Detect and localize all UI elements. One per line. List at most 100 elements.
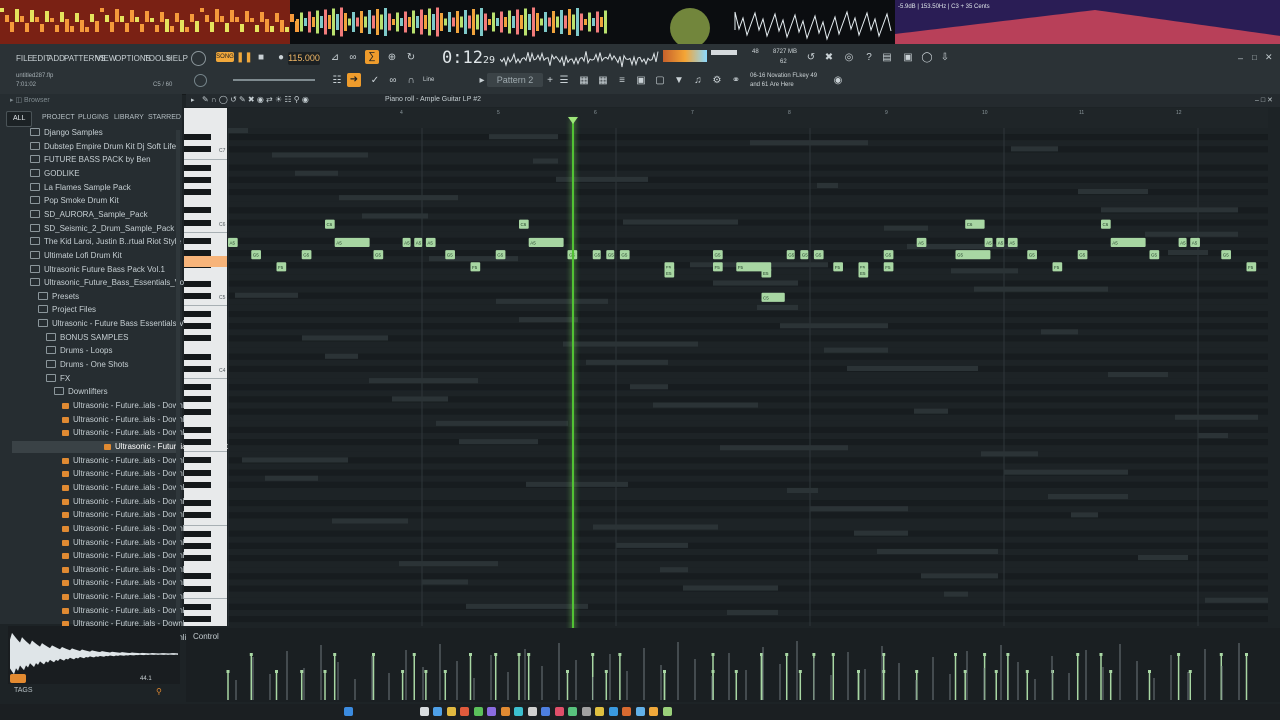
black-key[interactable] xyxy=(184,311,211,318)
mixer-icon[interactable]: ▦ xyxy=(596,74,610,88)
browser-folder[interactable]: Ultimate Lofi Drum Kit xyxy=(30,250,122,262)
browser-folder[interactable]: Drums - One Shots xyxy=(46,359,128,371)
taskbar-app-icon[interactable] xyxy=(419,707,429,716)
browser-folder[interactable]: Project Files xyxy=(38,304,96,316)
taskbar-app-icon[interactable] xyxy=(527,707,537,716)
taskbar-app-icon[interactable] xyxy=(568,707,577,716)
browser-tab-starred[interactable]: STARRED xyxy=(148,111,181,125)
download-icon[interactable]: ⇩ xyxy=(938,51,952,65)
piano-keyboard[interactable]: C7 C6 C5 C4 xyxy=(184,108,227,626)
countdown-icon[interactable]: ∑ xyxy=(365,50,379,64)
save-icon[interactable]: ▣ xyxy=(901,51,915,65)
record-icon[interactable]: ● xyxy=(274,51,288,65)
black-key[interactable] xyxy=(184,616,211,623)
window-max-icon[interactable]: □ xyxy=(1252,53,1257,62)
menu-file[interactable]: FILE xyxy=(16,54,33,63)
piano-roll-icon[interactable]: ☷ xyxy=(330,74,344,88)
eq-icon[interactable]: ≡ xyxy=(615,74,629,88)
stop-icon[interactable]: ■ xyxy=(254,51,268,65)
control-lane-label[interactable]: Control xyxy=(193,632,219,641)
black-key[interactable] xyxy=(184,164,211,171)
browser-folder[interactable]: Pop Smoke Drum Kit xyxy=(30,195,119,207)
browser-icon[interactable]: ▣ xyxy=(634,74,648,88)
play-icon[interactable]: ❚❚ xyxy=(236,51,253,65)
snap-selector[interactable]: Line xyxy=(423,77,467,87)
master-volume-slider[interactable] xyxy=(233,79,315,81)
add-pattern-icon[interactable]: + xyxy=(543,74,557,88)
master-knob-icon[interactable] xyxy=(191,51,206,66)
song-mode-toggle[interactable]: SONG xyxy=(216,52,234,62)
tags-label[interactable]: TAGS xyxy=(14,687,33,694)
black-key[interactable] xyxy=(184,408,211,415)
browser-tab-all[interactable]: ALL xyxy=(6,111,33,127)
window-close-icon[interactable]: ✕ xyxy=(1265,52,1273,63)
search-icon[interactable]: ⚲ xyxy=(156,687,162,696)
undo-history-icon[interactable]: ↺ xyxy=(804,51,818,65)
file-icon[interactable]: ▢ xyxy=(653,74,667,88)
microphone-icon[interactable]: ◎ xyxy=(842,51,856,65)
black-key[interactable] xyxy=(184,335,211,342)
browser-folder[interactable]: FX xyxy=(46,373,70,385)
metronome-icon[interactable]: ⊿ xyxy=(328,51,342,65)
browser-folder[interactable]: Downlifters xyxy=(54,386,108,398)
playhead[interactable] xyxy=(572,118,574,700)
menu-help[interactable]: HELP xyxy=(167,54,188,63)
black-key[interactable] xyxy=(184,439,211,446)
browser-folder[interactable]: Drums - Loops xyxy=(46,345,112,357)
black-key[interactable] xyxy=(184,585,211,592)
help-icon[interactable]: ? xyxy=(862,51,876,65)
taskbar-app-icon[interactable] xyxy=(581,707,591,716)
black-key[interactable] xyxy=(184,134,211,141)
mixer-cut-icon[interactable]: ✖ xyxy=(822,51,836,65)
black-key[interactable] xyxy=(184,353,211,360)
browser-folder[interactable]: La Flames Sample Pack xyxy=(30,182,131,194)
browser-folder[interactable]: Dubstep Empire Drum Kit Dj Soft Life xyxy=(30,141,176,153)
browser-tab-library[interactable]: LIBRARY xyxy=(114,111,144,125)
black-key[interactable] xyxy=(184,280,211,287)
black-key[interactable] xyxy=(184,573,211,580)
plug-icon[interactable]: ▼ xyxy=(672,74,686,88)
taskbar-app-icon[interactable] xyxy=(446,707,456,716)
taskbar-app-icon[interactable] xyxy=(649,707,658,716)
browser-folder[interactable]: The Kid Laroi, Justin B..rtual Riot Styl… xyxy=(30,236,208,248)
taskbar-app-icon[interactable] xyxy=(344,707,353,716)
black-key[interactable] xyxy=(184,542,211,549)
tempo-tap-icon[interactable]: ♫ xyxy=(691,74,705,88)
cart-icon[interactable]: ⚭ xyxy=(729,74,743,88)
taskbar-app-icon[interactable] xyxy=(487,707,496,716)
pr-tools[interactable]: ✎ ∩ ◯ ↺ ✎ ✖ ◉ ⇄ ☀ ☷ ⚲ ◉ xyxy=(202,95,309,104)
taskbar-app-icon[interactable] xyxy=(514,707,523,716)
channel-rack-icon[interactable]: ▦ xyxy=(577,74,591,88)
black-key[interactable] xyxy=(184,469,211,476)
control-lane[interactable] xyxy=(186,628,1280,702)
pr-window-controls[interactable]: – □ ✕ xyxy=(1255,96,1273,104)
browser-folder[interactable]: GODLIKE xyxy=(30,168,80,180)
loop-record-icon[interactable]: ↻ xyxy=(404,51,418,65)
browser-folder[interactable]: Ultrasonic Future Bass Pack Vol.1 xyxy=(30,264,165,276)
taskbar-app-icon[interactable] xyxy=(635,707,645,716)
wait-input-icon[interactable]: ∞ xyxy=(346,51,360,65)
taskbar-app-icon[interactable] xyxy=(622,707,631,716)
preview-play-icon[interactable] xyxy=(10,674,26,683)
browser-folder[interactable]: SD_Seismic_2_Drum_Sample_Pack xyxy=(30,223,174,235)
pitch-knob-icon[interactable] xyxy=(194,74,207,87)
taskbar-app-icon[interactable] xyxy=(460,707,469,716)
taskbar-app-icon[interactable] xyxy=(608,707,618,716)
piano-roll-menu-icon[interactable]: ▸ xyxy=(191,96,195,104)
globe-icon[interactable]: ◉ xyxy=(831,74,845,88)
playhead-marker-icon[interactable] xyxy=(568,117,578,124)
window-min-icon[interactable]: – xyxy=(1238,53,1243,63)
browser-folder[interactable]: Presets xyxy=(38,291,79,303)
browser-scrollbar[interactable] xyxy=(176,130,180,620)
black-key[interactable] xyxy=(184,384,211,391)
browser-folder[interactable]: Ultrasonic_Future_Bass_Essentials_Vol.2 xyxy=(30,277,193,289)
black-key[interactable] xyxy=(184,207,211,214)
browser-folder[interactable]: Ultrasonic - Future Bass Essentials Vol.… xyxy=(38,318,197,330)
black-key[interactable] xyxy=(184,237,211,244)
link-icon[interactable]: ∞ xyxy=(386,74,400,88)
black-key[interactable] xyxy=(184,292,211,299)
menu-add[interactable]: ADD xyxy=(48,54,65,63)
taskbar-app-icon[interactable] xyxy=(473,707,483,716)
browser-tab-project[interactable]: PROJECT xyxy=(42,111,75,125)
black-key[interactable] xyxy=(184,146,211,153)
